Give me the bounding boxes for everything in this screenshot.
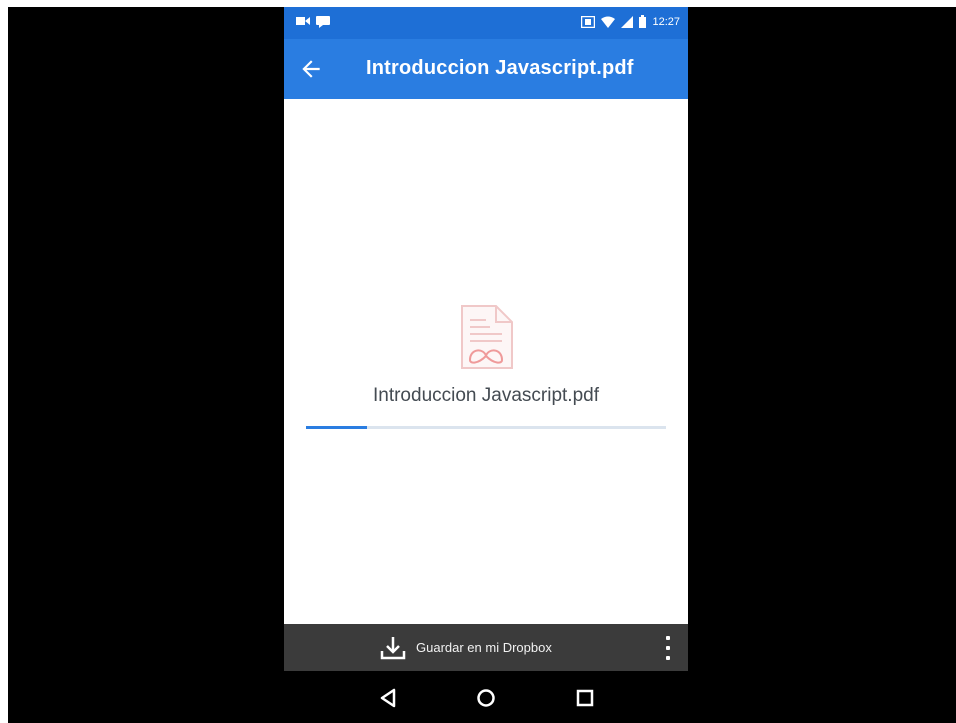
download-progress-fill [306, 426, 368, 429]
save-to-dropbox-label: Guardar en mi Dropbox [416, 640, 552, 655]
system-nav-bar [284, 671, 688, 723]
nfc-icon [581, 15, 596, 28]
nav-home-icon[interactable] [475, 687, 497, 709]
battery-icon [639, 15, 647, 28]
nav-recents-icon[interactable] [574, 687, 596, 709]
save-to-dropbox-button[interactable]: Guardar en mi Dropbox [380, 624, 552, 671]
nav-back-icon[interactable] [378, 687, 400, 709]
more-vert-icon[interactable] [662, 636, 674, 660]
download-icon [380, 636, 406, 659]
download-progress-bar [306, 426, 666, 429]
phone-screen: 12:27 Introduccion Javascript.pdf Introd… [284, 7, 688, 723]
wifi-icon [601, 16, 616, 28]
video-notification-icon [296, 17, 310, 25]
file-name: Introduccion Javascript.pdf [372, 385, 599, 406]
status-time: 12:27 [652, 15, 680, 28]
document-preview: Introduccion Javascript.pdf [284, 99, 688, 624]
arrow-back-icon[interactable] [298, 56, 324, 82]
status-bar: 12:27 [284, 7, 688, 39]
chat-notification-icon [316, 16, 330, 28]
app-bar: Introduccion Javascript.pdf [284, 39, 688, 99]
pdf-file-icon [461, 305, 513, 369]
page-title: Introduccion Javascript.pdf [366, 57, 634, 79]
cellular-signal-icon [621, 15, 634, 28]
bottom-action-bar: Guardar en mi Dropbox [284, 624, 688, 671]
